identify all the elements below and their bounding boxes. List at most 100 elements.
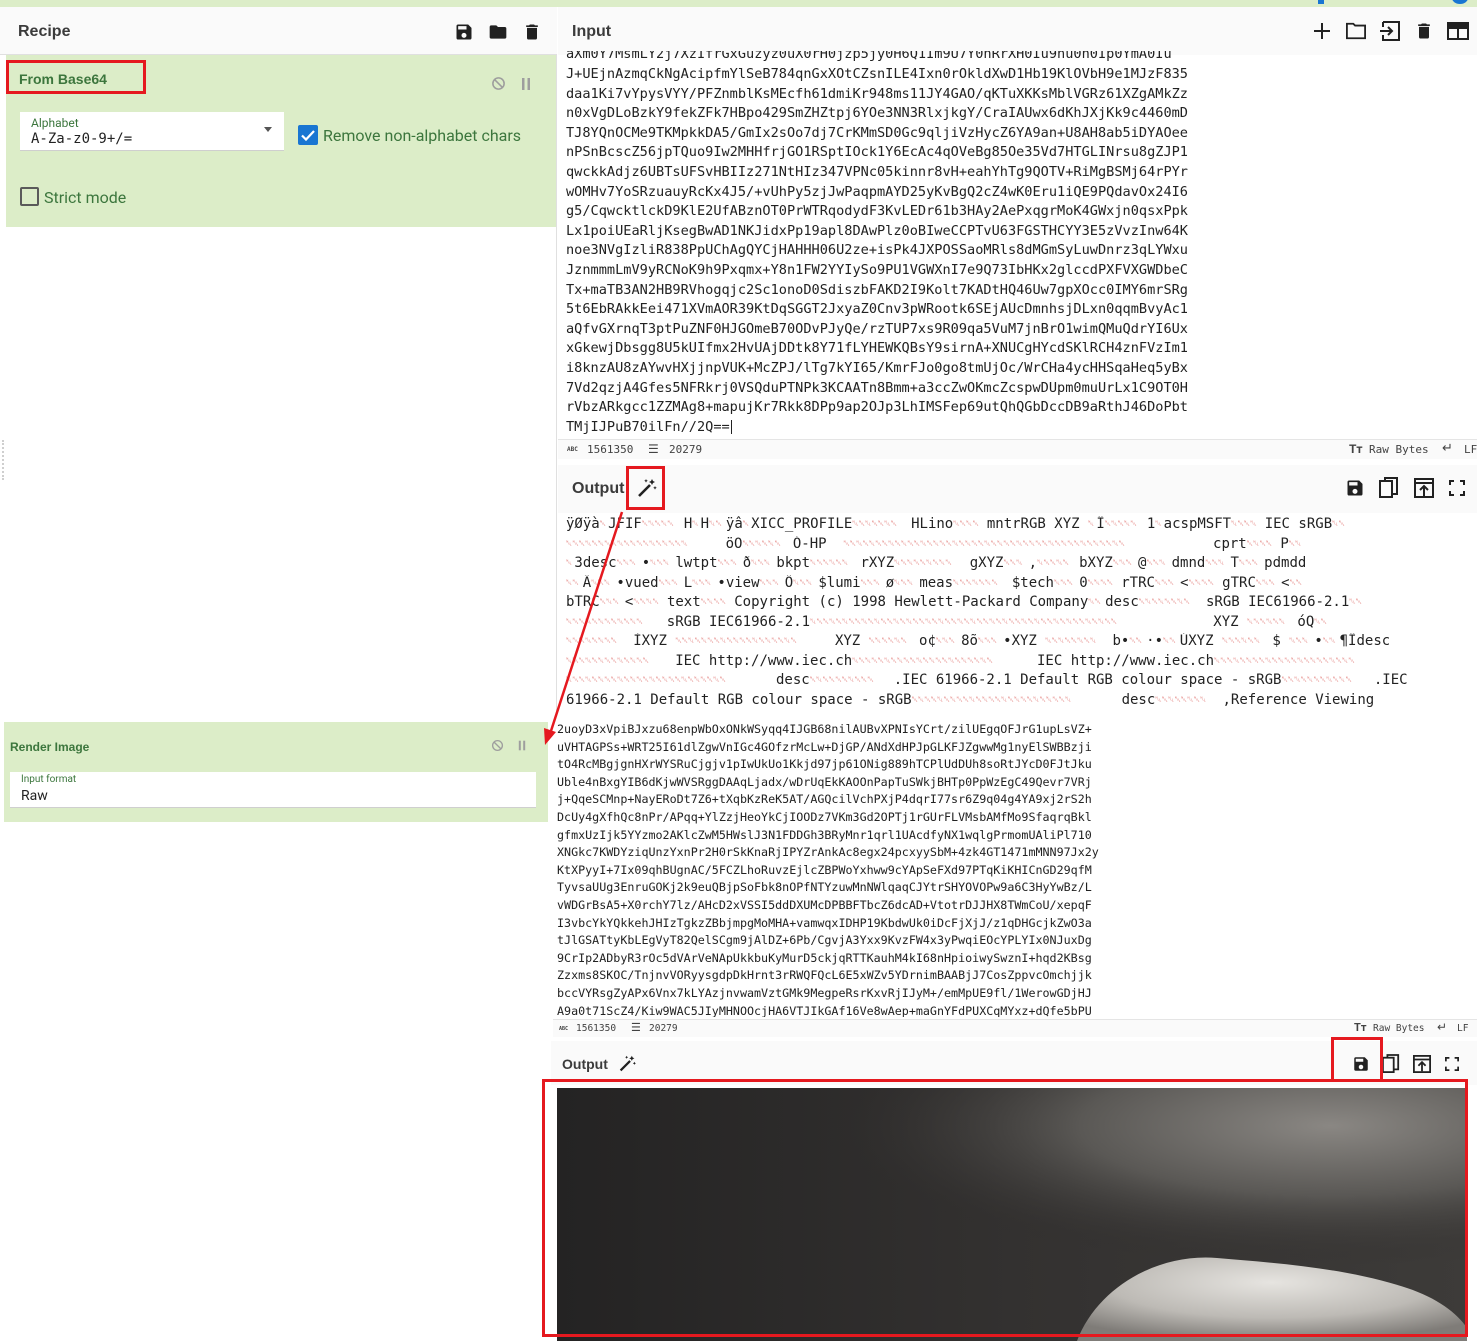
input-eol[interactable]: LF [1464, 443, 1477, 456]
strict-mode-label[interactable]: Strict mode [44, 188, 126, 207]
save-recipe-icon[interactable] [454, 22, 474, 42]
second-input-line: Uble4nBxgYIB6dKjwWVSRggDAAqLjadx/wDrUqEk… [557, 774, 1092, 789]
second-output-title: Output [562, 1056, 608, 1072]
highlight-rendered-image [542, 1079, 1468, 1337]
second-input-line: tJlGSATtyKbLEgVyT82QelSCgm9jAlDZ+6Pb/Cgv… [557, 933, 1092, 948]
disable-operation-icon[interactable] [491, 76, 506, 91]
second-input-line: I3vbcYkYQkkehJHIzTgkzZBbjmpgMoMHA+vamwqx… [557, 915, 1092, 930]
recipe-title: Recipe [18, 23, 71, 40]
eol-icon[interactable]: ↵ [1437, 1020, 1447, 1034]
input-line: qwckkAdjz6UBTsUFSvHBIIz271NtHIz347VPNc05… [566, 164, 1188, 180]
output-line: ␀ 3desc␀␀␀ •␀␀␀ lwtpt␀␀␀ ð␀␀␀ bkpt␀␀␀␀␀␀ rXYZ␀… [566, 555, 1307, 571]
input-line: n0xVgDLoBzkY9fekZFk7HBpo429SmZHZtpj6YOe3… [566, 105, 1188, 122]
pause-operation-icon[interactable] [521, 78, 531, 90]
second-input-length: 1561350 [576, 1023, 617, 1034]
input-line: Tx+maTB3AN2HB9RVhogqjc2Sc1onoD0SdiszbFAK… [566, 281, 1188, 298]
output-line: ␀␀ Ä␀␀␀ •vued␀␀␀ L␀␀␀ •view␀␀␀ Ô␀␀␀ $lumi␀␀␀ ø␀… [566, 574, 1303, 591]
maximize-icon[interactable] [1445, 1057, 1459, 1071]
alphabet-select[interactable]: Alphabet A-Za-z0-9+/= [20, 112, 284, 151]
output-pane: Output ÿØÿà␀ JFIF␀␀␀␀␀ H␀ H␀␀ ÿâ␀ XICC_PROFIL… [558, 465, 1477, 715]
second-input-status-bar: ABC 1561350 ☰ 20279 Tт Raw Bytes ↵ LF [553, 1019, 1477, 1037]
save-output-icon[interactable] [1345, 478, 1365, 498]
input-line: wOMHv7YoSRzuauyRcKx4J5/+vUhPy5zjJwPaqpmA… [566, 183, 1188, 200]
input-format-value: Raw [21, 788, 48, 804]
input-line: 7Vd2qzjA4Gfes5NFRkrj0VSQduPTNPk3KCAATn8B… [566, 379, 1188, 396]
input-line: nPSnBcscZ56jpTQuo9Iw2MHHfrjGO1RSptIOck1Y… [566, 144, 1188, 161]
input-encoding[interactable]: Raw Bytes [1369, 443, 1429, 456]
disable-operation-icon[interactable] [491, 739, 504, 752]
top-strip [0, 0, 1477, 7]
operation-title[interactable]: Render Image [10, 740, 89, 754]
replace-input-icon[interactable] [1413, 1055, 1431, 1073]
input-line: daa1Ki7vYpysVYY/PFZnmblKsMEcfh61dmiKr948… [566, 85, 1188, 102]
input-header: Input [558, 7, 1477, 55]
pause-operation-icon[interactable] [518, 740, 526, 751]
abc-icon: ABC [567, 446, 578, 453]
second-input-line: tO4RcMBgjgnHXrWYSRuCjgjv1pIwUkUo1Kkjd97j… [557, 757, 1092, 772]
output-line: ␀␀␀␀␀␀␀␀␀␀␀␀␀␀␀␀␀␀␀ öÖ␀␀␀␀␀␀ Ó-HP ␀␀␀␀␀␀␀␀… [566, 535, 1302, 552]
input-line: i8knzAU8zAYwvHXjjnpVUK+McZPJ/lTg7kYI65/K… [566, 360, 1188, 376]
open-input-icon[interactable] [1379, 20, 1401, 42]
input-line: Lx1poiUEaRljKsegBwAD1NKJidxPp19apl8DAwPl… [566, 222, 1188, 239]
text-encoding-icon[interactable]: Tт [1349, 442, 1363, 456]
output-line: ␀␀␀␀␀␀␀␀␀␀␀␀␀ IEC http://www.iec.ch␀␀␀␀␀␀… [566, 652, 1355, 669]
highlight-save-output [1331, 1037, 1383, 1082]
remove-nonalpha-label[interactable]: Remove non-alphabet chars [323, 126, 521, 145]
copy-icon[interactable] [1379, 477, 1399, 499]
second-input-lines-count: 20279 [649, 1023, 678, 1034]
output-line: bTRC␀␀␀ <␀␀␀␀ text␀␀␀␀ Copyright (c) 1998 H… [566, 594, 1363, 610]
text-cursor [730, 419, 732, 434]
recipe-pane: Recipe From Base64 Alphabet A-Za-z0-9+/=… [0, 7, 557, 717]
alphabet-label: Alphabet [31, 116, 79, 130]
second-input-line: gfmxUzIjk5YYzmo2AKlcZwM5HWslJ3N1FDDGh3BR… [557, 827, 1092, 842]
folder-icon[interactable] [1345, 21, 1367, 41]
strict-mode-checkbox[interactable] [20, 187, 39, 206]
second-input-line: KtXPyyI+7Ix09qhBUgnAC/5FCZLhoRuvzEjlcZBP… [557, 862, 1092, 877]
input-status-bar: ABC 1561350 ☰ 20279 Tт Raw Bytes ↵ LF [558, 439, 1477, 459]
replace-input-icon[interactable] [1414, 478, 1434, 498]
output-header: Output [558, 465, 1477, 513]
output-line: ␀␀␀␀␀␀␀␀␀␀␀␀␀␀␀␀␀␀␀␀␀␀␀␀␀ desc␀␀␀␀␀␀␀␀␀␀.… [566, 672, 1408, 688]
input-format-select[interactable]: Input format Raw [10, 772, 536, 808]
input-line: TJ8YQnOCMe9TKMpkkDA5/GmIx2sOo7dj7CrKMmSD… [566, 124, 1188, 141]
text-encoding-icon[interactable]: Tт [1354, 1021, 1366, 1034]
second-input-line: Zzxms8SKOC/TnjnvVORyysgdpDkHrnt3rRWQFQcL… [557, 968, 1092, 983]
maximize-icon[interactable] [1449, 480, 1465, 496]
eol-icon[interactable]: ↵ [1442, 441, 1453, 456]
second-input-pane: 2uoyD3xVpiBJxzu68enpWbOxONkWSyqq4IJGB68n… [553, 717, 1477, 1039]
clear-recipe-icon[interactable] [522, 21, 542, 43]
input-text-area[interactable]: aXm0Y7MsmLY2j7XzIfrGxGuzyz0uX0rH0jzp5jy0… [558, 51, 1477, 439]
input-length: 1561350 [587, 443, 634, 456]
alphabet-value: A-Za-z0-9+/= [31, 131, 133, 147]
load-recipe-icon[interactable] [487, 22, 509, 42]
second-input-line: DcUy4gXfhQc8nPr/APqq+YlZzjHeoYkCjIOODz7V… [557, 810, 1092, 824]
second-input-line: XNGkc7KWDYziqUnzYxnPr2H0rSkKnaRjIPYZrAnk… [557, 845, 1099, 860]
input-line: noe3NVgIzliR838PpUChAgQYCjHAHHH06U2ze+is… [566, 242, 1188, 259]
input-line: rVbzARkgcc1ZZMAg8+mapujKr7Rkk8DPp9ap2OJp… [566, 399, 1188, 416]
output-line: 61966-2.1 Default RGB colour space - sRG… [566, 691, 1375, 708]
input-pane: Input aXm0Y7MsmLY2j7XzIfrGxGuzyz0uX0rH0j… [558, 7, 1477, 462]
output-text-area[interactable]: ÿØÿà␀ JFIF␀␀␀␀␀ H␀ H␀␀ ÿâ␀ XICC_PROFILE␀␀␀␀␀␀… [558, 513, 1477, 715]
second-input-eol[interactable]: LF [1457, 1023, 1468, 1034]
layout-icon[interactable] [1447, 22, 1469, 40]
lines-icon: ☰ [648, 442, 659, 456]
input-line: xGkewjDbsgg8U5kUIfmx2HvUAjDDtk8Y71fLYHEW… [566, 340, 1188, 357]
abc-icon: ABC [559, 1026, 569, 1032]
input-line: JznmmmLmV9yRCNoK9h9Pxqmx+Y8n1FW2YYIySo9P… [566, 262, 1188, 278]
input-line: g5/CqwcktlckD9KlE2UfABznOT0PrWTRqodydF3K… [566, 203, 1188, 220]
second-input-line: A9a0t71ScZ4/Kiw9WAC5JIyMHNOOcjHA6VTJIkGA… [557, 1003, 1092, 1017]
input-lines-count: 20279 [669, 443, 703, 456]
input-title: Input [572, 23, 612, 40]
plus-icon[interactable] [1312, 21, 1332, 41]
output-line: ÿØÿà␀ JFIF␀␀␀␀␀ H␀ H␀␀ ÿâ␀ XICC_PROFILE␀␀␀␀␀␀… [566, 516, 1345, 532]
highlight-magic-wand [626, 466, 665, 510]
second-input-text-area[interactable]: 2uoyD3xVpiBJxzu68enpWbOxONkWSyqq4IJGB68n… [553, 717, 1477, 1017]
copy-icon[interactable] [1382, 1054, 1400, 1074]
second-input-line: vWDGrBsA5+X0rchY7lz/AHcD2xVSSI5ddDXUMcDP… [557, 898, 1092, 912]
second-input-line: 2uoyD3xVpiBJxzu68enpWbOxONkWSyqq4IJGB68n… [557, 722, 1092, 736]
second-input-encoding[interactable]: Raw Bytes [1373, 1023, 1424, 1034]
trash-icon[interactable] [1414, 20, 1434, 42]
output-title: Output [572, 480, 625, 497]
remove-nonalpha-checkbox[interactable] [298, 125, 318, 145]
magic-wand-icon[interactable] [618, 1054, 637, 1073]
